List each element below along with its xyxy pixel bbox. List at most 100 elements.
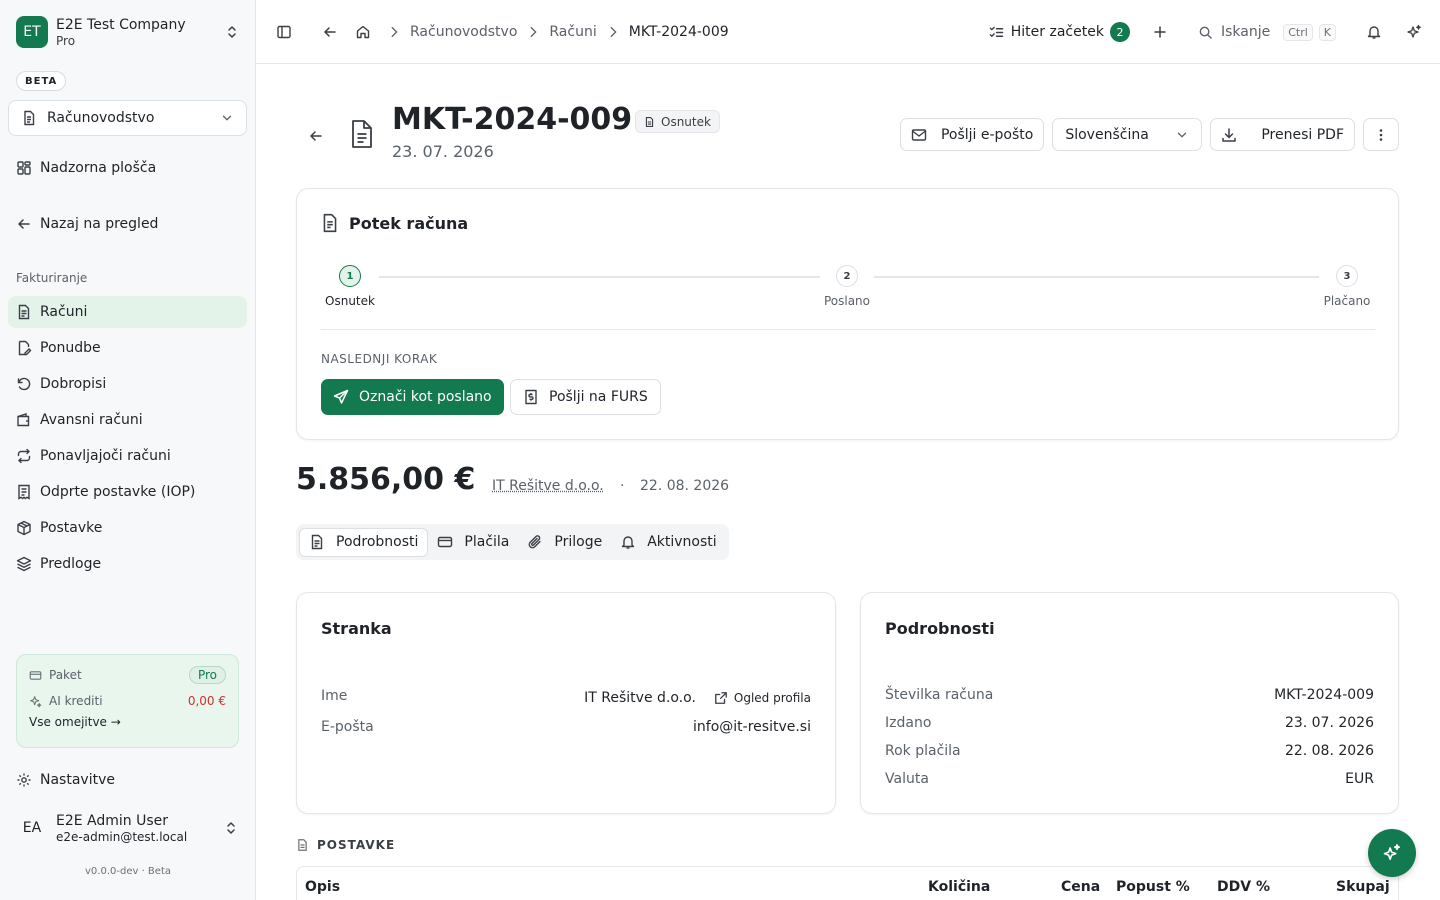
download-pdf-label: Prenesi PDF [1261,127,1344,143]
nav-dashboard[interactable]: Nadzorna plošča [8,152,247,184]
user-menu[interactable]: EA E2E Admin User e2e-admin@test.local [8,806,247,850]
download-pdf-button[interactable]: Prenesi PDF [1210,118,1355,151]
nav-back-label: Nazaj na pregled [40,216,158,232]
back-arrow-icon[interactable] [318,20,342,44]
toggle-sidebar-button[interactable] [272,20,296,44]
tab-bar: Podrobnosti Plačila Priloge Aktivnosti [296,524,729,560]
breadcrumb-invoices[interactable]: Računi [549,24,596,40]
sidebar-item-products[interactable]: Postavke [8,512,247,544]
tab-payments[interactable]: Plačila [428,528,518,557]
column-header-description: Opis [305,879,340,895]
view-profile-link[interactable]: Ogled profila [714,691,811,705]
nav-back-to-overview[interactable]: Nazaj na pregled [8,208,247,240]
bell-icon[interactable] [1362,20,1386,44]
page-title: MKT-2024-009 [392,102,632,137]
detail-value: 22. 08. 2026 [1285,743,1374,759]
wallet-icon [16,412,32,428]
client-name-label: Ime [321,688,584,704]
sidebar-item-recurring[interactable]: Ponavljajoči računi [8,440,247,472]
breadcrumb-accounting[interactable]: Računovodstvo [410,24,517,40]
detail-label: Izdano [885,715,1285,731]
chevrons-up-down-icon [224,24,240,40]
tab-activity[interactable]: Aktivnosti [611,528,725,557]
column-header-quantity: Količina [928,879,990,895]
send-to-furs-label: Pošlji na FURS [549,389,648,405]
client-link[interactable]: IT Rešitve d.o.o. [492,478,604,494]
sidebar-item-advance-invoices[interactable]: Avansni računi [8,404,247,436]
chevron-right-icon [606,25,620,39]
client-email-row: E-pošta info@it-resitve.si [321,716,811,738]
sparkles-icon [29,695,42,708]
company-switcher[interactable]: ET E2E Test Company Pro [8,8,248,56]
sidebar-item-label: Ponudbe [40,340,101,356]
bell-icon [620,534,636,550]
ai-assistant-button[interactable] [1368,829,1416,877]
layout-grid-icon [16,160,32,176]
avatar: EA [16,812,48,844]
language-select[interactable]: Slovenščina [1052,118,1202,151]
detail-value: 23. 07. 2026 [1285,715,1374,731]
flow-connector [379,276,820,278]
back-button[interactable] [304,124,328,148]
items-table: Opis Količina Cena Popust % DDV % Skupaj [296,866,1399,900]
sidebar-item-quotes[interactable]: Ponudbe [8,332,247,364]
sidebar-item-templates[interactable]: Predloge [8,548,247,580]
detail-row: Valuta EUR [885,768,1374,790]
sidebar-item-credit-notes[interactable]: Dobropisi [8,368,247,400]
send-to-furs-button[interactable]: Pošlji na FURS [510,379,661,415]
tab-details[interactable]: Podrobnosti [299,528,428,557]
sparkles-icon[interactable] [1402,20,1426,44]
client-email-label: E-pošta [321,719,693,735]
layers-icon [16,556,32,572]
app-version: v0.0.0-dev · Beta [0,866,256,877]
module-select[interactable]: Računovodstvo [8,100,247,136]
file-text-icon [16,304,32,320]
send-email-label: Pošlji e-pošto [941,127,1033,143]
main-content: MKT-2024-009 Osnutek 23. 07. 2026 Pošlji… [256,64,1440,900]
detail-label: Rok plačila [885,743,1285,759]
rotate-ccw-icon [16,376,32,392]
add-button[interactable] [1148,20,1172,44]
user-email: e2e-admin@test.local [56,830,223,844]
file-text-icon [321,213,339,233]
more-vertical-icon [1373,127,1389,143]
file-icon [296,838,309,852]
items-section-title: POSTAVKE [317,838,395,852]
tab-label: Plačila [464,534,509,550]
nav-dashboard-label: Nadzorna plošča [40,160,156,176]
more-actions-button[interactable] [1363,118,1399,151]
mark-as-sent-button[interactable]: Označi kot poslano [321,379,504,415]
flow-connector [874,276,1319,278]
receipt-dollar-icon [523,389,539,405]
sparkles-icon [1382,843,1402,863]
sidebar-item-open-items[interactable]: Odprte postavke (IOP) [8,476,247,508]
file-text-icon [309,534,325,550]
nav-settings-label: Nastavitve [40,772,115,788]
tab-attachments[interactable]: Priloge [518,528,611,557]
sidebar-item-label: Postavke [40,520,102,536]
user-name: E2E Admin User [56,813,223,829]
detail-row: Izdano 23. 07. 2026 [885,712,1374,734]
company-name: E2E Test Company [56,17,224,33]
home-icon[interactable] [351,20,375,44]
invoice-total: 5.856,00 € [296,462,475,497]
search-input[interactable]: Iskanje Ctrl K [1198,24,1336,41]
details-card: Podrobnosti Številka računa MKT-2024-009… [860,592,1399,814]
quick-start-button[interactable]: Hiter začetek 2 [989,22,1130,42]
gear-icon [16,772,32,788]
chevron-down-icon [1175,128,1189,142]
sidebar-item-label: Predloge [40,556,101,572]
nav-settings[interactable]: Nastavitve [8,764,247,796]
sidebar-item-label: Računi [40,304,87,320]
sidebar-item-label: Avansni računi [40,412,143,428]
sidebar-item-invoices[interactable]: Računi [8,296,247,328]
send-email-button[interactable]: Pošlji e-pošto [900,118,1044,151]
sidebar-item-label: Ponavljajoči računi [40,448,171,464]
step-number: 3 [1336,265,1358,287]
detail-row: Številka računa MKT-2024-009 [885,684,1374,706]
plan-credits-value: 0,00 € [188,694,226,708]
tab-label: Aktivnosti [647,534,716,550]
package-icon [16,520,32,536]
detail-value: EUR [1345,771,1374,787]
all-limits-link[interactable]: Vse omejitve → [29,715,226,729]
